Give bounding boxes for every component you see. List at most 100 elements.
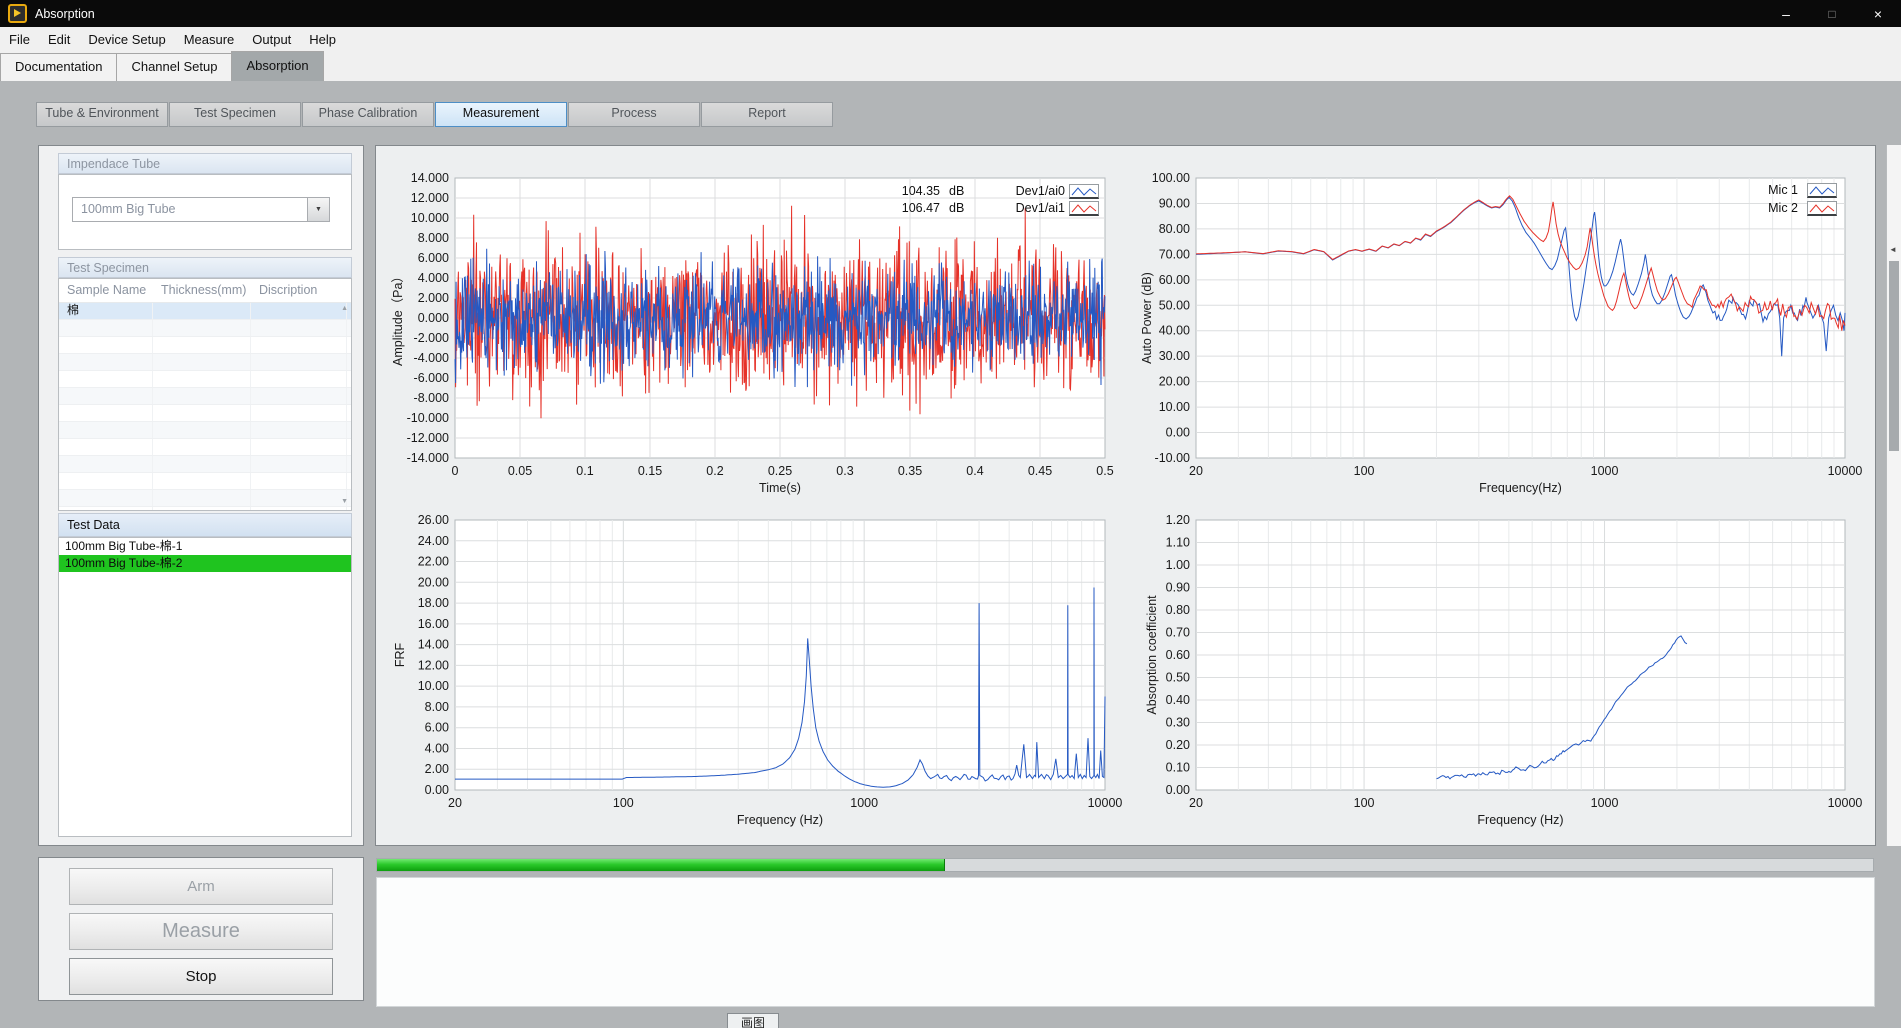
dropdown-arrow-icon[interactable]: ▼ — [307, 198, 329, 221]
tab-documentation[interactable]: Documentation — [0, 53, 117, 81]
menu-item-measure[interactable]: Measure — [175, 27, 244, 52]
measure-button[interactable]: Measure — [69, 913, 333, 950]
svg-text:0.30: 0.30 — [1166, 716, 1190, 730]
svg-text:0.3: 0.3 — [836, 464, 853, 478]
table-row[interactable] — [59, 320, 351, 337]
window-controls: – □ × — [1763, 0, 1901, 27]
table-row[interactable] — [59, 439, 351, 456]
table-row[interactable] — [59, 354, 351, 371]
svg-text:0.35: 0.35 — [898, 464, 922, 478]
frf-chart: 0.002.004.006.008.0010.0012.0014.0016.00… — [375, 495, 1125, 846]
svg-text:70.00: 70.00 — [1159, 247, 1190, 261]
legend-entry: 104.35dBDev1/ai0 — [455, 183, 1105, 200]
scroll-down-icon[interactable]: ▼ — [341, 498, 348, 506]
test-specimen-section: Test Specimen Sample NameThickness(mm)Di… — [58, 257, 352, 278]
svg-text:20: 20 — [448, 796, 462, 810]
svg-text:100: 100 — [1354, 796, 1375, 810]
absorption-coefficient-chart: 0.000.100.200.300.400.500.600.700.800.90… — [1125, 495, 1876, 846]
table-row[interactable] — [59, 422, 351, 439]
svg-text:0.60: 0.60 — [1166, 648, 1190, 662]
svg-text:12.00: 12.00 — [418, 658, 449, 672]
svg-text:10.000: 10.000 — [411, 211, 449, 225]
auto-power-chart: -10.000.0010.0020.0030.0040.0050.0060.00… — [1125, 145, 1876, 495]
table-row[interactable] — [59, 388, 351, 405]
table-cell — [59, 473, 153, 489]
time-waveform-chart: -14.000-12.000-10.000-8.000-6.000-4.000-… — [375, 145, 1125, 495]
menu-item-edit[interactable]: Edit — [39, 27, 79, 52]
table-row[interactable] — [59, 337, 351, 354]
subtab-measurement[interactable]: Measurement — [435, 102, 567, 127]
table-row[interactable] — [59, 507, 351, 511]
minimize-button[interactable]: – — [1763, 0, 1809, 27]
svg-text:-10.000: -10.000 — [407, 411, 449, 425]
legend-label: Mic 2 — [1736, 200, 1798, 216]
table-cell — [59, 354, 153, 370]
table-cell — [251, 354, 347, 370]
svg-text:0.5: 0.5 — [1096, 464, 1113, 478]
menu-item-output[interactable]: Output — [243, 27, 300, 52]
pane-collapse-icon[interactable]: ◄ — [1889, 245, 1897, 254]
svg-text:12.000: 12.000 — [411, 191, 449, 205]
svg-text:0.15: 0.15 — [638, 464, 662, 478]
svg-text:Absorption coefficient: Absorption coefficient — [1145, 595, 1159, 715]
table-cell — [59, 507, 153, 511]
table-row[interactable] — [59, 371, 351, 388]
test-data-list[interactable]: 100mm Big Tube-棉-1100mm Big Tube-棉-2 — [58, 537, 352, 837]
list-item[interactable]: 100mm Big Tube-棉-1 — [59, 538, 351, 555]
tab-absorption[interactable]: Absorption — [231, 51, 323, 81]
subtab-phase-calibration[interactable]: Phase Calibration — [302, 102, 434, 127]
svg-text:Frequency (Hz): Frequency (Hz) — [1477, 813, 1563, 827]
svg-text:10.00: 10.00 — [1159, 400, 1190, 414]
table-cell — [153, 456, 251, 472]
svg-text:Frequency (Hz): Frequency (Hz) — [737, 813, 823, 827]
svg-text:Time(s): Time(s) — [759, 481, 801, 495]
table-row[interactable] — [59, 473, 351, 490]
table-row[interactable] — [59, 490, 351, 507]
table-row[interactable] — [59, 405, 351, 422]
test-specimen-table[interactable]: Sample NameThickness(mm)Discription 棉 ▲ … — [58, 278, 352, 511]
svg-text:0.00: 0.00 — [1166, 783, 1190, 797]
arm-button[interactable]: Arm — [69, 868, 333, 905]
stop-button[interactable]: Stop — [69, 958, 333, 995]
table-row[interactable]: 棉 — [59, 303, 351, 320]
table-row[interactable] — [59, 456, 351, 473]
subtab-test-specimen[interactable]: Test Specimen — [169, 102, 301, 127]
maximize-button[interactable]: □ — [1809, 0, 1855, 27]
tab-channel-setup[interactable]: Channel Setup — [116, 53, 232, 81]
svg-text:80.00: 80.00 — [1159, 222, 1190, 236]
title-bar: Absorption – □ × — [0, 0, 1901, 27]
subtab-report[interactable]: Report — [701, 102, 833, 127]
app-icon — [8, 4, 27, 23]
svg-text:-12.000: -12.000 — [407, 431, 449, 445]
svg-text:20: 20 — [1189, 464, 1203, 478]
table-cell — [59, 439, 153, 455]
table-cell — [153, 422, 251, 438]
legend-label: Dev1/ai0 — [1000, 183, 1065, 199]
list-item[interactable]: 100mm Big Tube-棉-2 — [59, 555, 351, 572]
frf-plot: 0.002.004.006.008.0010.0012.0014.0016.00… — [375, 495, 1125, 846]
subtab-process[interactable]: Process — [568, 102, 700, 127]
menu-item-device-setup[interactable]: Device Setup — [79, 27, 174, 52]
svg-text:100.00: 100.00 — [1152, 171, 1190, 185]
table-cell — [251, 422, 347, 438]
main-tab-bar: DocumentationChannel SetupAbsorption — [0, 52, 1901, 82]
close-button[interactable]: × — [1855, 0, 1901, 27]
svg-text:18.00: 18.00 — [418, 596, 449, 610]
specimen-body: 棉 — [59, 303, 351, 511]
menu-item-help[interactable]: Help — [300, 27, 345, 52]
svg-text:16.00: 16.00 — [418, 617, 449, 631]
svg-text:60.00: 60.00 — [1159, 273, 1190, 287]
svg-text:90.00: 90.00 — [1159, 196, 1190, 210]
subtab-tube-environment[interactable]: Tube & Environment — [36, 102, 168, 127]
svg-text:22.00: 22.00 — [418, 555, 449, 569]
bottom-tab-plot[interactable]: 画图 — [727, 1013, 779, 1028]
menu-item-file[interactable]: File — [0, 27, 39, 52]
legend-label: 104.35 — [855, 183, 940, 199]
scroll-up-icon[interactable]: ▲ — [341, 305, 348, 313]
table-cell — [153, 371, 251, 387]
svg-text:0.4: 0.4 — [966, 464, 983, 478]
scrollbar-thumb[interactable] — [1889, 261, 1899, 451]
impedance-tube-dropdown[interactable]: 100mm Big Tube ▼ — [72, 197, 330, 222]
specimen-col-header: Thickness(mm) — [153, 279, 251, 302]
legend-entry: 106.47dBDev1/ai1 — [455, 200, 1105, 217]
